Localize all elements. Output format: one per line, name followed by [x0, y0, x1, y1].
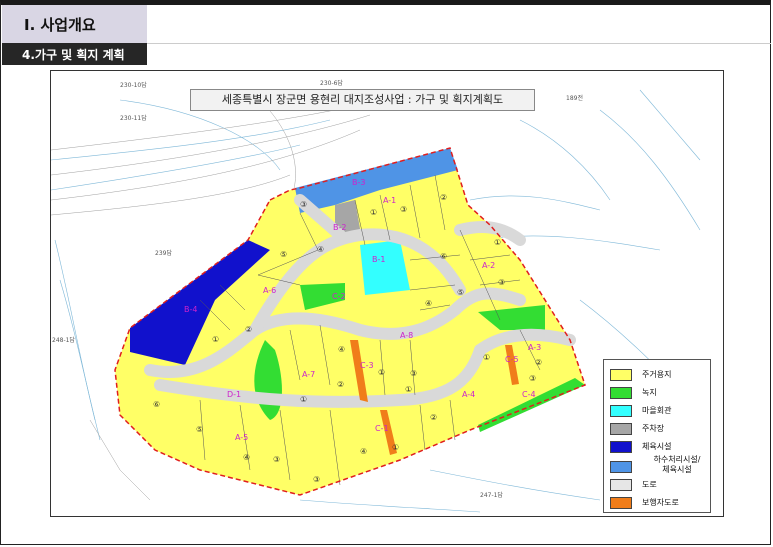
map-legend: 주거용지 녹지 마을회관 주차장 체육시설 하수처리시설/ 체육시설 도로 보행…	[603, 359, 711, 513]
block-label-b2: B-2	[333, 223, 346, 232]
parcel-label: 248-1답	[52, 337, 75, 344]
lot-number: ②	[535, 358, 542, 367]
block-label-c3: C-3	[360, 361, 374, 370]
lot-number: ②	[245, 325, 252, 334]
lot-number: ③	[400, 205, 407, 214]
legend-swatch	[610, 497, 632, 509]
lot-number: ①	[212, 335, 219, 344]
legend-label: 보행자도로	[642, 498, 679, 507]
legend-label: 도로	[642, 480, 657, 489]
legend-swatch	[610, 369, 632, 381]
block-label-d1: D-1	[227, 390, 241, 399]
legend-label: 마을회관	[642, 406, 672, 415]
lot-number: ⑤	[280, 250, 287, 259]
lot-number: ①	[494, 238, 501, 247]
legend-label: 녹지	[642, 388, 657, 397]
legend-label: 주거용지	[642, 370, 672, 379]
block-label-a5: A-5	[235, 433, 248, 442]
legend-label: 주차장	[642, 424, 665, 433]
parcel-label: 239답	[155, 250, 172, 257]
legend-swatch	[610, 461, 632, 473]
parcel-label: 247-1답	[480, 492, 503, 499]
lot-number: ④	[338, 345, 345, 354]
block-label-b4: B-4	[184, 305, 197, 314]
block-label-a7: A-7	[302, 370, 315, 379]
legend-swatch	[610, 423, 632, 435]
lot-number: ③	[529, 374, 536, 383]
block-label-b1: B-1	[372, 255, 385, 264]
parcel-label: 189전	[566, 94, 583, 102]
lot-number: ②	[430, 413, 437, 422]
lot-number: ③	[498, 278, 505, 287]
parcel-label: 230-11답	[120, 115, 147, 122]
lot-number: ①	[405, 385, 412, 394]
lot-number: ⑤	[196, 425, 203, 434]
block-label-a3: A-3	[528, 343, 541, 352]
lot-number: ①	[378, 368, 385, 377]
block-label-a2: A-2	[482, 261, 495, 270]
lot-number: ③	[410, 369, 417, 378]
lot-number: ①	[370, 208, 377, 217]
lot-number: ⑤	[457, 288, 464, 297]
block-label-a6: A-6	[263, 286, 276, 295]
lot-number: ④	[425, 299, 432, 308]
parcel-label: 230-6답	[320, 80, 343, 87]
lot-number: ①	[300, 395, 307, 404]
lot-number: ③	[313, 475, 320, 484]
lot-number: ④	[243, 453, 250, 462]
legend-swatch	[610, 405, 632, 417]
legend-swatch	[610, 479, 632, 491]
legend-label: 체육시설	[642, 442, 672, 451]
block-label-a4: A-4	[462, 390, 475, 399]
lot-number: ①	[483, 353, 490, 362]
lot-number: ②	[337, 380, 344, 389]
block-label-a1: A-1	[383, 196, 396, 205]
legend-label: 하수처리시설/ 체육시설	[653, 455, 701, 474]
lot-number: ③	[300, 200, 307, 209]
block-label-a8: A-8	[400, 331, 413, 340]
legend-swatch	[610, 441, 632, 453]
block-label-b3: B-3	[352, 178, 365, 187]
map-title: 세종특별시 장군면 용현리 대지조성사업 : 가구 및 획지계획도	[190, 89, 535, 111]
block-label-c5: C-5	[505, 355, 519, 364]
lot-number: ⑥	[440, 252, 447, 261]
lot-number: ④	[360, 447, 367, 456]
block-label-c2: C-2	[332, 292, 346, 301]
parcel-label: 230-10답	[120, 82, 147, 89]
lot-number: ③	[273, 455, 280, 464]
block-label-c4: C-4	[522, 390, 536, 399]
lot-number: ①	[392, 443, 399, 452]
lot-number: ②	[440, 193, 447, 202]
lot-number: ⑥	[153, 400, 160, 409]
block-label-c1: C-1	[375, 424, 389, 433]
legend-swatch	[610, 387, 632, 399]
lot-number: ④	[317, 245, 324, 254]
